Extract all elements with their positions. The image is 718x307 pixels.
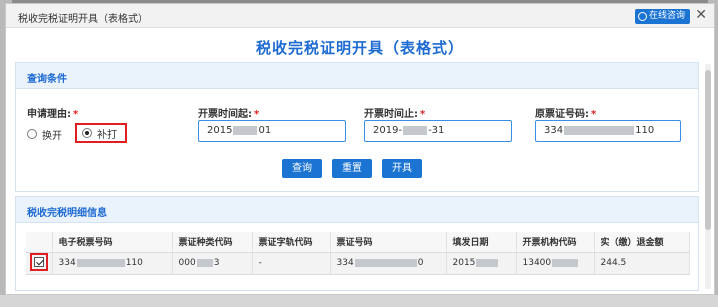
issue-button[interactable]: 开具: [382, 159, 422, 178]
original-ticket-input[interactable]: 334 110: [535, 120, 681, 142]
dialog-title: 税收完税证明开具（表格式）: [18, 14, 148, 25]
query-panel: 查询条件 申请理由: * 换开 补打 开票时间起: * 2015 01 开票时间止: *…: [15, 62, 699, 192]
redacted-mark: [76, 258, 125, 267]
page-title: 税收完税证明开具（表格式）: [255, 39, 464, 57]
redacted-mark: [354, 258, 417, 267]
end-date-label: 开票时间止: *: [364, 109, 426, 120]
cell-amount: 244.5: [594, 252, 690, 275]
radio-button[interactable]: [27, 129, 37, 139]
reason-label: 申请理由: *: [27, 109, 79, 120]
dialog-titlebar: 税收完税证明开具（表格式） 在线咨询 ✕: [6, 4, 714, 28]
chat-icon: [637, 12, 647, 21]
cell-e-tax-number: 334 110: [52, 252, 173, 275]
row-checkbox-highlight: [29, 252, 48, 271]
online-consult-label: 在线咨询: [648, 11, 685, 21]
table-header-row: 电子税票号码 票证种类代码 票证字轨代码 票证号码 填发日期 开票机构代码 实（…: [26, 232, 690, 253]
radio-reissue-exchange[interactable]: 换开: [27, 125, 62, 143]
row-checkbox[interactable]: [33, 256, 44, 267]
column-header: 票证号码: [330, 232, 447, 253]
cell-track-code: -: [252, 252, 331, 275]
detail-section-title: 税收完税明细信息: [27, 208, 107, 219]
reason-radio-group: 换开 补打: [27, 123, 187, 145]
start-date-input[interactable]: 2015 01: [198, 120, 346, 142]
query-button-group: 查询 重置 开具: [282, 159, 422, 178]
background-bottom: [0, 295, 718, 307]
dialog-scrollbar[interactable]: [705, 64, 711, 289]
detail-panel: 税收完税明细信息 电子税票号码 票证种类代码 票证字轨代码 票证号码 填发日期 …: [15, 196, 699, 291]
dialog-window: 税收完税证明开具（表格式） 在线咨询 ✕ 税收完税证明开具（表格式） 查询条件 …: [5, 3, 715, 295]
redacted-mark: [233, 125, 258, 135]
close-icon[interactable]: ✕: [695, 7, 707, 23]
radio-label-exchange: 换开: [42, 130, 62, 142]
redacted-mark: [564, 125, 635, 135]
redacted-mark: [403, 125, 428, 135]
cell-ticket-number: 334 0: [330, 252, 447, 275]
radio-label-reprint: 补打: [97, 129, 117, 141]
column-header: 票证字轨代码: [252, 232, 331, 253]
table-row[interactable]: 334 110 000 3 - 334 0 2015 13400 244.5: [26, 252, 690, 275]
cell-issue-date: 2015: [446, 252, 517, 275]
column-header: 填发日期: [446, 232, 517, 253]
query-button[interactable]: 查询: [282, 159, 322, 178]
original-ticket-field: 原票证号码: * 334 110: [535, 105, 681, 142]
cell-kind-code: 000 3: [172, 252, 253, 275]
redacted-mark: [552, 258, 579, 267]
query-panel-header: 查询条件: [16, 63, 698, 89]
redacted-mark: [196, 258, 213, 267]
cell-org-code: 13400: [516, 252, 595, 275]
end-date-input[interactable]: 2019- -31: [364, 120, 512, 142]
start-date-field: 开票时间起: * 2015 01: [198, 105, 346, 142]
column-header: 票证种类代码: [172, 232, 253, 253]
reset-button[interactable]: 重置: [332, 159, 372, 178]
column-header: 电子税票号码: [52, 232, 173, 253]
original-ticket-label: 原票证号码: *: [535, 109, 597, 120]
scrollbar-thumb[interactable]: [705, 70, 711, 230]
header-select-cell: [26, 232, 53, 253]
radio-reprint[interactable]: 补打: [75, 123, 127, 143]
online-consult-button[interactable]: 在线咨询: [634, 9, 690, 24]
query-section-title: 查询条件: [27, 74, 67, 85]
redacted-mark: [476, 258, 499, 267]
detail-table: 电子税票号码 票证种类代码 票证字轨代码 票证号码 填发日期 开票机构代码 实（…: [26, 232, 690, 275]
start-date-label: 开票时间起: *: [198, 109, 260, 120]
radio-button-selected[interactable]: [82, 128, 92, 138]
detail-panel-header: 税收完税明细信息: [16, 197, 698, 223]
column-header: 实（缴）退金额: [594, 232, 690, 253]
end-date-field: 开票时间止: * 2019- -31: [364, 105, 512, 142]
row-select-cell[interactable]: [26, 252, 53, 275]
reason-field: 申请理由: * 换开 补打: [27, 105, 127, 143]
column-header: 开票机构代码: [516, 232, 595, 253]
